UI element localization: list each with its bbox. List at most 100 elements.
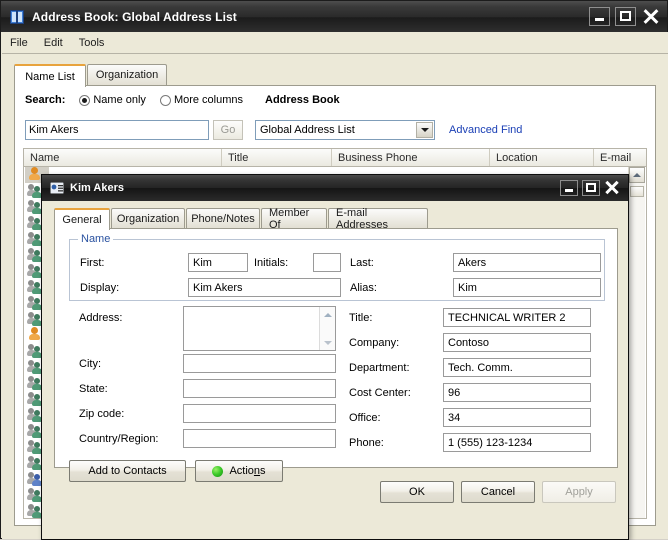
tab-dialog-organization-label: Organization [116, 212, 180, 225]
radio-name-only-indicator [79, 94, 91, 106]
tab-phone-notes[interactable]: Phone/Notes [186, 208, 260, 228]
tab-phone-notes-label: Phone/Notes [191, 212, 255, 225]
address-book-label: Address Book [265, 94, 340, 106]
list-column-headers: Name Title Business Phone Location E-mai… [23, 148, 647, 167]
chevron-down-icon[interactable] [416, 122, 433, 138]
title-field[interactable]: TECHNICAL WRITER 2 [443, 308, 591, 327]
state-field[interactable] [183, 379, 336, 398]
title-label: Title: [349, 312, 373, 324]
close-button[interactable] [641, 7, 660, 26]
display-name-label: Display: [80, 282, 120, 294]
address-book-icon [9, 9, 25, 25]
alias-field[interactable]: Kim [453, 278, 601, 297]
phone-field[interactable]: 1 (555) 123-1234 [443, 433, 591, 452]
tab-name-list-label: Name List [25, 70, 75, 83]
cancel-button[interactable]: Cancel [461, 481, 535, 503]
address-book-select[interactable]: Global Address List [255, 120, 435, 140]
main-tabstrip: Name List Organization [14, 64, 658, 87]
actions-button[interactable]: Actions [195, 460, 283, 482]
apply-button[interactable]: Apply [542, 481, 616, 503]
maximize-button[interactable] [615, 7, 636, 26]
list-vertical-scrollbar[interactable] [628, 167, 645, 518]
cost-center-field[interactable]: 96 [443, 383, 591, 402]
cancel-button-label: Cancel [480, 486, 516, 498]
tab-name-list[interactable]: Name List [14, 64, 86, 87]
go-button[interactable]: Go [213, 120, 243, 140]
search-label: Search: [25, 94, 66, 106]
radio-name-only[interactable]: Name only [79, 94, 146, 106]
general-tab-panel: Name First: Kim Initials: Last: Akers Di… [54, 228, 618, 482]
address-field[interactable] [183, 306, 336, 351]
ok-button[interactable]: OK [380, 481, 454, 503]
scroll-thumb[interactable] [630, 186, 644, 197]
dialog-minimize-button[interactable] [560, 180, 578, 196]
tab-email-addresses[interactable]: E-mail Addresses [328, 206, 428, 231]
initials-label: Initials: [254, 257, 289, 269]
alias-label: Alias: [350, 282, 377, 294]
add-to-contacts-label: Add to Contacts [88, 465, 167, 477]
dialog-maximize-button[interactable] [582, 180, 600, 196]
column-header-title[interactable]: Title [222, 149, 332, 166]
contact-card-icon [49, 181, 65, 195]
company-field[interactable]: Contoso [443, 333, 591, 352]
dialog-close-button[interactable] [604, 180, 622, 196]
go-button-label: Go [220, 124, 236, 136]
tab-general[interactable]: General [54, 208, 110, 230]
dialog-title: Kim Akers [70, 182, 125, 194]
department-label: Department: [349, 362, 410, 374]
contact-properties-dialog: Kim Akers General Organization Phone/Not… [41, 174, 629, 540]
apply-button-label: Apply [565, 486, 593, 498]
actions-label: Actions [229, 465, 266, 477]
menu-edit[interactable]: Edit [36, 35, 71, 51]
radio-more-columns-label: More columns [173, 94, 244, 106]
minimize-button[interactable] [589, 7, 610, 26]
last-name-field[interactable]: Akers [453, 253, 601, 272]
radio-more-columns-indicator [159, 94, 171, 106]
cost-center-label: Cost Center: [349, 387, 411, 399]
city-label: City: [79, 358, 101, 370]
address-book-window: Address Book: Global Address List File E… [0, 0, 668, 540]
first-name-label: First: [80, 257, 105, 269]
first-name-field[interactable]: Kim [188, 253, 248, 272]
search-options-row: Search: Name only More columns Address B… [25, 94, 340, 106]
tab-organization-label: Organization [95, 69, 159, 81]
menu-file[interactable]: File [2, 35, 36, 51]
column-header-name[interactable]: Name [24, 149, 222, 166]
green-circle-icon [212, 465, 224, 477]
name-groupbox-legend: Name [78, 233, 114, 245]
address-scroll-down-icon[interactable] [320, 335, 335, 350]
phone-label: Phone: [349, 437, 384, 449]
tab-member-of[interactable]: Member Of [261, 206, 327, 231]
tab-dialog-organization[interactable]: Organization [111, 208, 185, 228]
add-to-contacts-button[interactable]: Add to Contacts [69, 460, 186, 482]
radio-name-only-label: Name only [93, 94, 146, 106]
window-controls [589, 7, 660, 26]
office-field[interactable]: 34 [443, 408, 591, 427]
initials-field[interactable] [313, 253, 341, 272]
column-header-business-phone[interactable]: Business Phone [332, 149, 490, 166]
scroll-up-icon[interactable] [629, 167, 645, 183]
menu-tools[interactable]: Tools [71, 35, 113, 51]
state-label: State: [79, 383, 108, 395]
zip-code-field[interactable] [183, 404, 336, 423]
search-input[interactable] [25, 120, 209, 140]
department-field[interactable]: Tech. Comm. [443, 358, 591, 377]
advanced-find-link[interactable]: Advanced Find [449, 124, 522, 136]
tab-member-of-label: Member Of [269, 206, 310, 231]
address-scroll-up-icon[interactable] [320, 307, 335, 322]
office-label: Office: [349, 412, 381, 424]
last-name-label: Last: [350, 257, 374, 269]
column-header-location[interactable]: Location [490, 149, 594, 166]
name-groupbox: Name First: Kim Initials: Last: Akers Di… [69, 233, 605, 301]
address-field-scrollbar[interactable] [319, 307, 335, 350]
tab-organization[interactable]: Organization [87, 64, 167, 85]
tab-email-addresses-label: E-mail Addresses [336, 206, 388, 231]
country-region-field[interactable] [183, 429, 336, 448]
window-titlebar: Address Book: Global Address List [1, 1, 667, 32]
zip-code-label: Zip code: [79, 408, 125, 420]
radio-more-columns[interactable]: More columns [159, 94, 244, 106]
city-field[interactable] [183, 354, 336, 373]
company-label: Company: [349, 337, 400, 349]
display-name-field[interactable]: Kim Akers [188, 278, 341, 297]
column-header-email[interactable]: E-mail [594, 149, 646, 166]
